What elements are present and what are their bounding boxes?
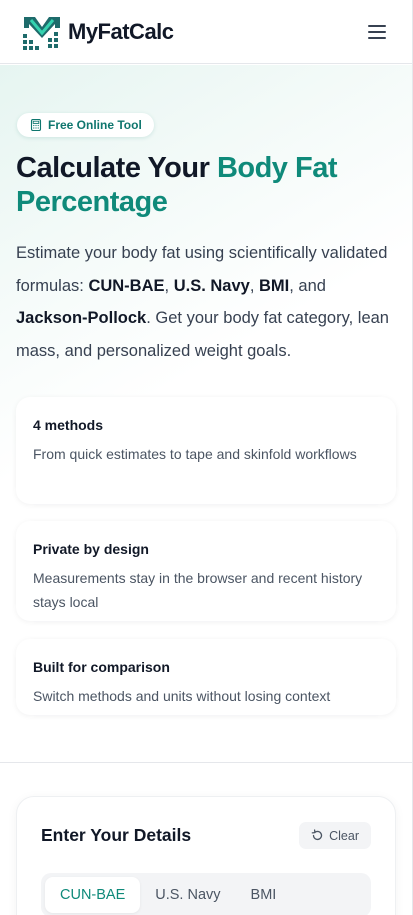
feature-card-text: Measurements stay in the browser and rec…	[33, 570, 363, 610]
brand-name: MyFatCalc	[68, 18, 174, 44]
calculator-icon	[30, 119, 42, 131]
method-bmi: BMI	[259, 276, 290, 295]
hero-description: Estimate your body fat using scientifica…	[16, 237, 400, 367]
feature-card-title: Private by design	[33, 541, 149, 557]
hero-section: Free Online Tool Calculate Your Body Fat…	[0, 65, 412, 763]
desc-sep: ,	[249, 276, 259, 295]
menu-line	[368, 30, 386, 33]
feature-card-text: From quick estimates to tape and skinfol…	[33, 446, 357, 462]
calculator-panel: Enter Your Details Clear CUN-BAE U.S. Na…	[16, 796, 396, 915]
tab-bmi[interactable]: BMI	[236, 877, 292, 913]
desc-sep: ,	[164, 276, 174, 295]
free-tool-badge: Free Online Tool	[17, 113, 154, 137]
badge-label: Free Online Tool	[48, 118, 142, 132]
feature-card-methods: 4 methods From quick estimates to tape a…	[16, 397, 396, 504]
clear-button[interactable]: Clear	[299, 822, 371, 849]
feature-card-private: Private by design Measurements stay in t…	[16, 521, 396, 621]
menu-line	[368, 36, 386, 39]
title-main: Calculate Your	[16, 152, 217, 184]
calculator-title: Enter Your Details	[41, 825, 192, 845]
method-cun-bae: CUN-BAE	[88, 276, 165, 295]
feature-card-text: Switch methods and units without losing …	[33, 688, 331, 704]
feature-card-title: 4 methods	[33, 417, 104, 433]
feature-card-title: Built for comparison	[33, 659, 170, 675]
clear-label: Clear	[329, 828, 359, 843]
desc-sep: , and	[289, 276, 326, 295]
tab-us-navy[interactable]: U.S. Navy	[140, 877, 235, 913]
menu-line	[368, 24, 386, 27]
method-jackson-pollock: Jackson-Pollock	[16, 309, 147, 327]
site-header: MyFatCalc	[0, 0, 412, 64]
bar-chart-logo-icon	[23, 16, 60, 50]
method-tabs: CUN-BAE U.S. Navy BMI	[41, 873, 371, 915]
page: MyFatCalc Free Online Tool Calculate You…	[0, 0, 413, 915]
hamburger-menu-icon[interactable]	[368, 24, 386, 39]
brand-logo-link[interactable]: MyFatCalc	[22, 14, 174, 50]
reset-icon	[311, 829, 323, 841]
tab-cun-bae[interactable]: CUN-BAE	[45, 877, 141, 913]
page-title: Calculate Your Body Fat Percentage	[16, 151, 396, 219]
method-us-navy: U.S. Navy	[173, 276, 250, 295]
feature-card-comparison: Built for comparison Switch methods and …	[16, 639, 396, 715]
